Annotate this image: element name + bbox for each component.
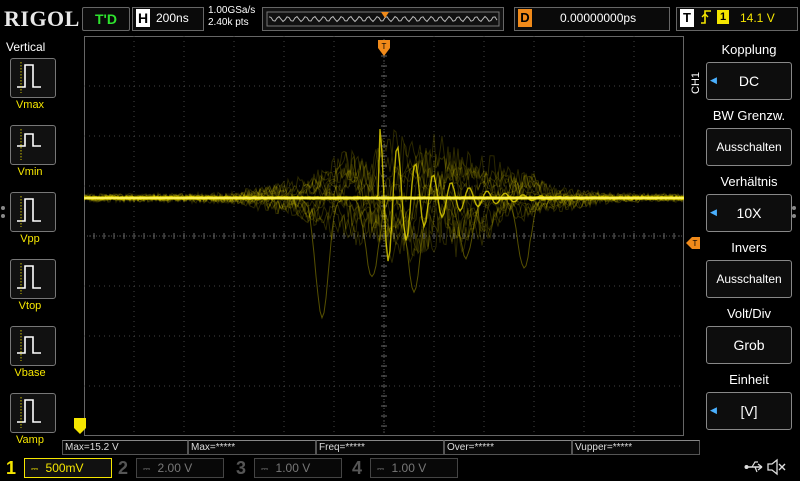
sample-info: 1.00GSa/s 2.40k pts — [208, 5, 255, 29]
menu-item-1[interactable]: BW Grenzw. Ausschalten — [704, 106, 794, 168]
measurement-3: Freq=***** — [316, 440, 444, 455]
menu-item-title: Volt/Div — [726, 306, 772, 321]
measure-vbase-button[interactable] — [10, 326, 56, 366]
menu-item-title: Invers — [731, 240, 767, 255]
menu-item-title: Kopplung — [721, 42, 777, 57]
ch1-offset-marker[interactable] — [74, 418, 86, 439]
graticule — [83, 35, 685, 437]
usb-icon — [744, 459, 764, 480]
menu-item-value[interactable]: 10X — [706, 194, 792, 232]
horizontal-letter: H — [136, 9, 150, 27]
menu-page-dots — [790, 204, 798, 229]
menu-item-5[interactable]: Einheit [V] ◀ — [704, 370, 794, 432]
dc-coupling-icon: ⎓ — [31, 464, 39, 474]
menu-item-title: Einheit — [729, 372, 769, 387]
menu-item-value[interactable]: [V] — [706, 392, 792, 430]
channel-3-scale-box[interactable]: ⎓ 1.00 V — [254, 458, 342, 478]
left-arrow-icon: ◀ — [710, 75, 717, 85]
channel-1-number[interactable]: 1 — [6, 456, 16, 480]
svg-text:T: T — [382, 42, 387, 51]
measure-vmin-button[interactable] — [10, 125, 56, 165]
dc-coupling-icon: ⎓ — [143, 464, 151, 474]
menu-item-3[interactable]: Invers Ausschalten — [704, 238, 794, 300]
channel-3-scale: 1.00 V — [275, 461, 311, 475]
trigger-box[interactable] — [676, 7, 798, 31]
measurement-5: Vupper=***** — [572, 440, 700, 455]
trigger-channel: 1 — [717, 10, 729, 24]
left-arrow-icon: ◀ — [710, 207, 717, 217]
dc-coupling-icon: ⎓ — [377, 464, 385, 474]
menu-item-4[interactable]: Volt/Div Grob — [704, 304, 794, 366]
measure-vmax-button[interactable] — [10, 58, 56, 98]
measure-vpp-button[interactable] — [10, 192, 56, 232]
measure-vbase-label: Vbase — [14, 367, 46, 379]
measure-vamp-button[interactable] — [10, 393, 56, 433]
menu-item-value[interactable]: Grob — [706, 326, 792, 364]
measure-vpp-label: Vpp — [20, 233, 40, 245]
left-page-dots — [0, 204, 8, 229]
sample-rate: 1.00GSa/s — [208, 5, 256, 16]
vbase-icon — [17, 330, 41, 361]
vmin-icon — [17, 129, 41, 160]
run-status-badge[interactable]: T'D — [82, 7, 130, 31]
vmax-icon — [17, 62, 41, 93]
delay-letter: D — [518, 9, 532, 27]
horizontal-scale-value: 200ns — [156, 11, 189, 25]
channel-1-scale: 500mV — [45, 461, 84, 475]
speaker-muted-icon[interactable] — [766, 458, 786, 481]
delay-value: 0.00000000ps — [560, 11, 637, 25]
menu-item-2[interactable]: Verhältnis 10X ◀ — [704, 172, 794, 234]
menu-item-value[interactable]: Ausschalten — [706, 260, 792, 298]
rising-edge-icon — [699, 9, 713, 28]
rigol-logo: RIGOL — [4, 6, 80, 31]
measure-vmax-label: Vmax — [15, 99, 45, 111]
menu-item-0[interactable]: Kopplung DC ◀ — [704, 40, 794, 102]
trigger-level: 14.1 V — [740, 11, 775, 25]
measurement-1: Max=15.2 V — [62, 440, 188, 455]
left-arrow-icon: ◀ — [710, 405, 717, 415]
vtop-icon — [17, 263, 41, 294]
measure-vtop-button[interactable] — [10, 259, 56, 299]
trigger-position-marker[interactable]: T — [378, 40, 390, 61]
channel-4-scale: 1.00 V — [391, 461, 427, 475]
dc-coupling-icon: ⎓ — [261, 464, 269, 474]
measure-vamp-label: Vamp — [16, 434, 44, 446]
menu-item-value[interactable]: DC — [706, 62, 792, 100]
memory-waveform-preview — [266, 11, 500, 27]
vpp-icon — [17, 196, 41, 227]
channel-4-scale-box[interactable]: ⎓ 1.00 V — [370, 458, 458, 478]
channel-2-number[interactable]: 2 — [118, 456, 128, 480]
measure-panel-title: Vertical — [6, 40, 46, 54]
measure-vmin-label: Vmin — [17, 166, 43, 178]
menu-item-value[interactable]: Ausschalten — [706, 128, 792, 166]
measurement-4: Over=***** — [444, 440, 572, 455]
measurement-2: Max=***** — [188, 440, 316, 455]
menu-item-title: Verhältnis — [720, 174, 778, 189]
vamp-icon — [17, 397, 41, 428]
channel-2-scale: 2.00 V — [157, 461, 193, 475]
svg-text:T: T — [693, 239, 698, 248]
menu-item-title: BW Grenzw. — [712, 108, 786, 123]
trigger-level-marker[interactable]: T — [686, 236, 700, 254]
waveform-display[interactable] — [83, 35, 685, 437]
channel-2-scale-box[interactable]: ⎓ 2.00 V — [136, 458, 224, 478]
memory-overview — [262, 7, 504, 31]
menu-channel-label: CH1 — [690, 71, 702, 94]
memory-depth: 2.40k pts — [208, 17, 249, 28]
channel-3-number[interactable]: 3 — [236, 456, 246, 480]
trigger-letter: T — [680, 9, 694, 27]
channel-1-scale-box[interactable]: ⎓ 500mV — [24, 458, 112, 478]
measure-vtop-label: Vtop — [18, 300, 42, 312]
channel-4-number[interactable]: 4 — [352, 456, 362, 480]
